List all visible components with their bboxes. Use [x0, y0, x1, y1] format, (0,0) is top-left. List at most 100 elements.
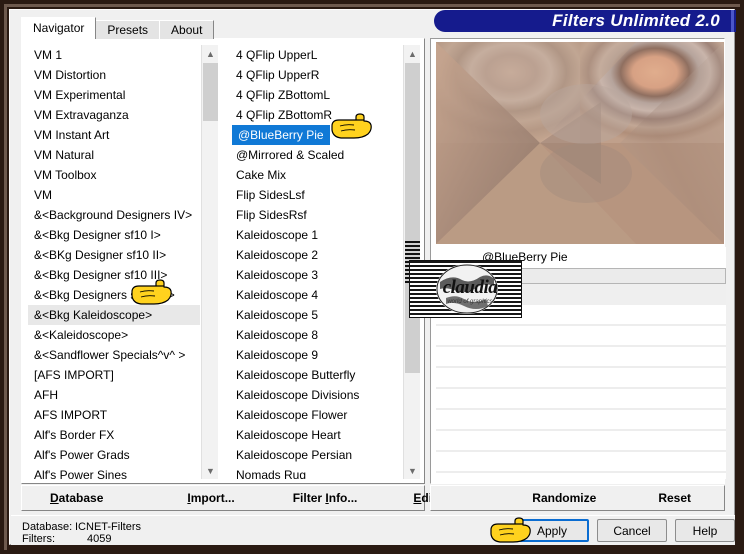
category-list-scrollbar[interactable]: ▲ ▼: [201, 45, 218, 479]
list-item[interactable]: Kaleidoscope 8: [230, 325, 402, 345]
category-scroll-down-icon[interactable]: ▼: [202, 462, 218, 479]
tab-about[interactable]: About: [159, 20, 215, 39]
filter-scroll-down-icon[interactable]: ▼: [404, 462, 420, 479]
list-item[interactable]: VM Toolbox: [28, 165, 200, 185]
list-item[interactable]: Kaleidoscope 4: [230, 285, 402, 305]
list-item[interactable]: Kaleidoscope 1: [230, 225, 402, 245]
list-item[interactable]: VM Experimental: [28, 85, 200, 105]
list-item[interactable]: VM Instant Art: [28, 125, 200, 145]
category-scroll-thumb[interactable]: [203, 63, 218, 121]
filter-scroll-thumb[interactable]: [405, 63, 420, 373]
tab-presets[interactable]: Presets: [95, 20, 161, 39]
statusbar: Database: ICNET-Filters Filters: 4059 Ap…: [11, 515, 735, 545]
filters-label: Filters:: [22, 533, 55, 545]
help-button[interactable]: Help: [675, 519, 735, 542]
list-item[interactable]: &<Sandflower Specials^v^ >: [28, 345, 200, 365]
list-item[interactable]: Kaleidoscope Flower: [230, 405, 402, 425]
cancel-button[interactable]: Cancel: [597, 519, 667, 542]
category-scroll-up-icon[interactable]: ▲: [202, 45, 218, 62]
tab-navigator[interactable]: Navigator: [21, 17, 97, 39]
list-item[interactable]: 4 QFlip ZBottomL: [230, 85, 402, 105]
filters-unlimited-window: Filters Unlimited 2.0 Navigator Presets …: [0, 0, 744, 554]
list-item[interactable]: &<Bkg Designer sf10 I>: [28, 225, 200, 245]
reset-button-label: Reset: [658, 491, 691, 505]
filter-name-list[interactable]: 4 QFlip UpperL 4 QFlip UpperR 4 QFlip ZBot…: [230, 45, 420, 479]
list-item[interactable]: AFS IMPORT: [28, 405, 200, 425]
list-item[interactable]: Alf's Power Sines: [28, 465, 200, 479]
randomize-button[interactable]: Randomize: [526, 490, 602, 506]
database-label: Database:: [22, 521, 73, 533]
list-item[interactable]: [AFS IMPORT]: [28, 365, 200, 385]
app-title: Filters Unlimited 2.0: [552, 11, 720, 30]
list-item[interactable]: Nomads Rug: [230, 465, 402, 479]
claudia-watermark: claudia world of graphics: [409, 260, 522, 318]
list-item[interactable]: &<BKg Designer sf10 II>: [28, 245, 200, 265]
list-item[interactable]: VM: [28, 185, 200, 205]
parameter-row[interactable]: [436, 452, 726, 473]
list-item[interactable]: Kaleidoscope 3: [230, 265, 402, 285]
window-client-area: Filters Unlimited 2.0 Navigator Presets …: [9, 9, 736, 545]
list-item[interactable]: Kaleidoscope Persian: [230, 445, 402, 465]
list-item-selected[interactable]: @BlueBerry Pie: [230, 125, 402, 145]
reset-button[interactable]: Reset: [652, 490, 697, 506]
database-value: ICNET-Filters: [75, 521, 141, 533]
watermark-text: claudia: [442, 277, 498, 298]
parameter-row[interactable]: [436, 347, 726, 368]
list-item[interactable]: 4 QFlip UpperR: [230, 65, 402, 85]
list-item[interactable]: &<Bkg Designers sf10 IV>: [28, 285, 200, 305]
preview-render: [436, 42, 724, 244]
navigator-panel: VM 1 VM Distortion VM Experimental VM Extra…: [21, 38, 425, 484]
list-item[interactable]: Kaleidoscope 5: [230, 305, 402, 325]
watermark-subtext: world of graphics: [447, 299, 493, 305]
tab-presets-label: Presets: [107, 23, 149, 37]
apply-button[interactable]: Apply: [515, 519, 589, 542]
filter-category-items: VM 1 VM Distortion VM Experimental VM Extra…: [28, 45, 200, 479]
list-item[interactable]: &<Kaleidoscope>: [28, 325, 200, 345]
title-banner: Filters Unlimited 2.0: [434, 10, 736, 32]
filter-info-button[interactable]: Filter Info...: [287, 490, 364, 506]
list-item-selected-label: @BlueBerry Pie: [232, 125, 330, 145]
list-item[interactable]: Kaleidoscope Heart: [230, 425, 402, 445]
list-item[interactable]: &<Background Designers IV>: [28, 205, 200, 225]
tab-about-label: About: [171, 23, 203, 37]
list-item[interactable]: Alf's Power Grads: [28, 445, 200, 465]
filter-scroll-up-icon[interactable]: ▲: [404, 45, 420, 62]
list-item[interactable]: Flip SidesLsf: [230, 185, 402, 205]
parameter-row[interactable]: [436, 410, 726, 431]
list-item[interactable]: Cake Mix: [230, 165, 402, 185]
list-item[interactable]: 4 QFlip ZBottomR: [230, 105, 402, 125]
navigator-action-bar: Database Import... Filter Info... Editor…: [21, 485, 457, 511]
filter-preview-image[interactable]: [436, 42, 724, 244]
filters-value: 4059: [87, 533, 112, 545]
list-item[interactable]: @Mirrored & Scaled: [230, 145, 402, 165]
list-item[interactable]: Kaleidoscope Divisions: [230, 385, 402, 405]
filter-category-list[interactable]: VM 1 VM Distortion VM Experimental VM Extra…: [28, 45, 218, 479]
database-button[interactable]: Database: [44, 490, 109, 506]
tab-navigator-label: Navigator: [33, 21, 85, 35]
import-button[interactable]: Import...: [181, 490, 240, 506]
parameter-row[interactable]: [436, 368, 726, 389]
cancel-button-label: Cancel: [613, 523, 651, 538]
apply-button-label: Apply: [536, 523, 568, 538]
parameter-row[interactable]: [436, 431, 726, 452]
list-item[interactable]: Alf's Border FX: [28, 425, 200, 445]
list-item-selected[interactable]: &<Bkg Kaleidoscope>: [28, 305, 200, 325]
banner-right-accent: [731, 10, 734, 32]
list-item[interactable]: Kaleidoscope 9: [230, 345, 402, 365]
list-item[interactable]: Kaleidoscope 2: [230, 245, 402, 265]
parameter-row[interactable]: [436, 389, 726, 410]
list-item[interactable]: VM Distortion: [28, 65, 200, 85]
list-item[interactable]: Flip SidesRsf: [230, 205, 402, 225]
list-item[interactable]: VM Extravaganza: [28, 105, 200, 125]
list-item[interactable]: Kaleidoscope Butterfly: [230, 365, 402, 385]
database-button-label: Database: [50, 491, 104, 505]
help-button-label: Help: [692, 523, 718, 538]
parameter-row[interactable]: [436, 326, 726, 347]
list-item[interactable]: 4 QFlip UpperL: [230, 45, 402, 65]
window-frame-left: [4, 4, 7, 550]
list-item[interactable]: AFH: [28, 385, 200, 405]
list-item[interactable]: &<Bkg Designer sf10 III>: [28, 265, 200, 285]
list-item[interactable]: VM 1: [28, 45, 200, 65]
preview-action-bar: Randomize Reset: [430, 485, 725, 511]
list-item[interactable]: VM Natural: [28, 145, 200, 165]
